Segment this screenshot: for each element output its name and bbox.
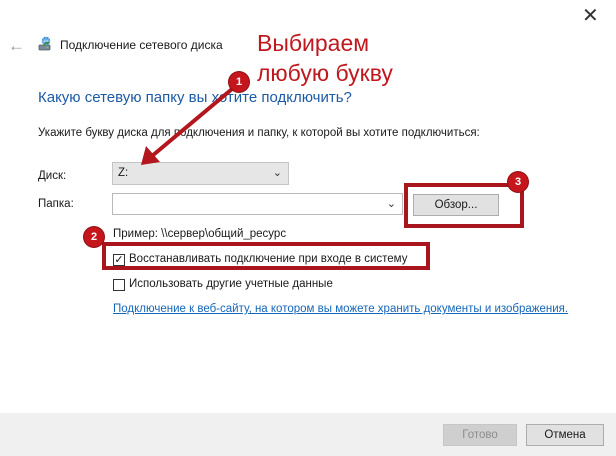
folder-label: Папка: bbox=[38, 198, 74, 210]
instruction-text: Укажите букву диска для подключения и па… bbox=[38, 127, 480, 139]
annotation-text: Выбираем любую букву bbox=[257, 30, 393, 86]
highlight-box-browse bbox=[404, 183, 524, 228]
done-button[interactable]: Готово bbox=[443, 424, 517, 446]
example-text: Пример: \\сервер\общий_ресурс bbox=[113, 228, 287, 240]
chevron-down-icon: ⌄ bbox=[272, 167, 282, 179]
badge-step-3: 3 bbox=[508, 172, 528, 192]
website-link[interactable]: Подключение к веб-сайту, на котором вы м… bbox=[113, 303, 568, 315]
badge-step-2: 2 bbox=[84, 227, 104, 247]
chevron-down-icon[interactable]: ⌄ bbox=[387, 197, 396, 210]
badge-step-1: 1 bbox=[229, 72, 249, 92]
highlight-box-reconnect bbox=[102, 242, 430, 270]
folder-input[interactable]: ⌄ bbox=[112, 193, 403, 215]
drive-value: Z: bbox=[118, 167, 129, 179]
drive-label: Диск: bbox=[38, 170, 67, 182]
other-credentials-checkbox[interactable] bbox=[113, 279, 125, 291]
window-title: Подключение сетевого диска bbox=[60, 38, 223, 52]
cancel-button[interactable]: Отмена bbox=[526, 424, 604, 446]
close-icon[interactable]: ✕ bbox=[582, 6, 599, 26]
network-drive-icon bbox=[37, 36, 54, 53]
back-arrow-icon[interactable]: ← bbox=[8, 36, 25, 56]
page-heading: Какую сетевую папку вы хотите подключить… bbox=[38, 89, 352, 106]
other-credentials-label[interactable]: Использовать другие учетные данные bbox=[129, 278, 333, 290]
dialog-footer bbox=[0, 413, 616, 456]
drive-select[interactable]: Z: ⌄ bbox=[112, 162, 289, 185]
